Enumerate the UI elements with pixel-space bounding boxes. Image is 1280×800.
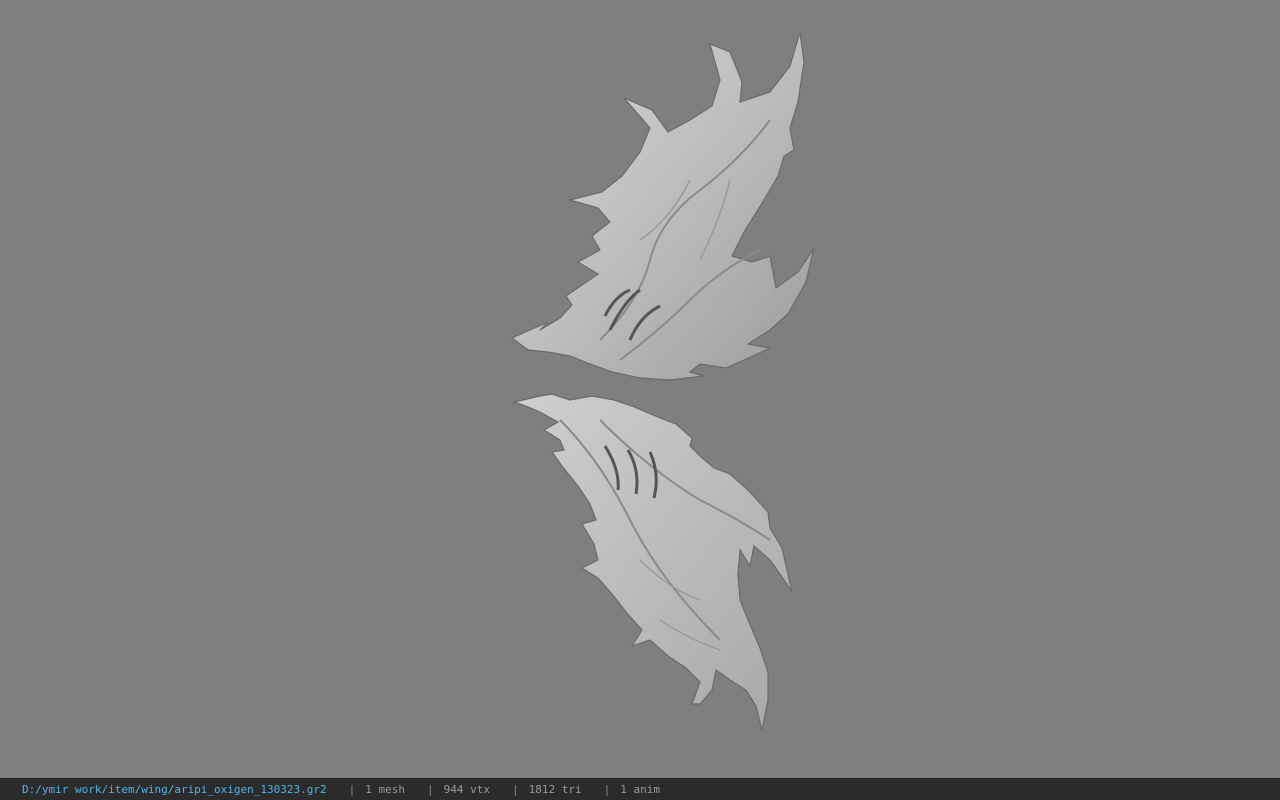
- separator: |: [348, 783, 356, 796]
- status-bar: D:/ymir work/item/wing/aripi_oxigen_1303…: [0, 778, 1280, 800]
- vertex-count: 944 vtx: [443, 783, 490, 796]
- animation-count: 1 anim: [620, 783, 660, 796]
- separator: |: [427, 783, 434, 796]
- triangle-count: 1812 tri: [528, 783, 582, 796]
- 3d-viewport[interactable]: [0, 0, 1280, 778]
- lower-wing: [511, 393, 793, 731]
- mesh-count: 1 mesh: [365, 783, 406, 796]
- separator: |: [512, 783, 519, 796]
- file-path-label: D:/ymir work/item/wing/aripi_oxigen_1303…: [22, 783, 327, 796]
- wing-model-render: [510, 31, 815, 731]
- upper-wing: [510, 31, 815, 381]
- separator: |: [603, 783, 611, 796]
